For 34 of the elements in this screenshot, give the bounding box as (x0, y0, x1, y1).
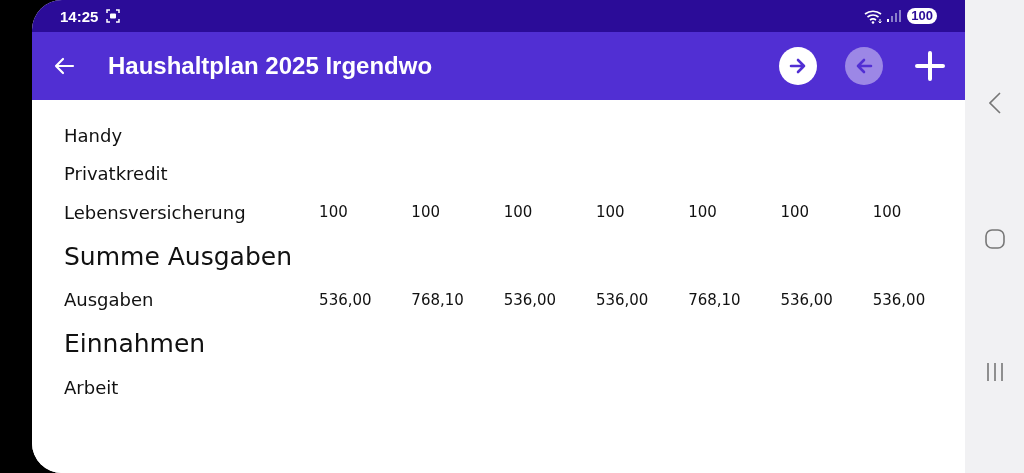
row-label: Arbeit (64, 376, 120, 398)
back-icon[interactable] (988, 92, 1001, 114)
table-cell-text: 536,00 (595, 290, 650, 309)
table-cell-text: 100 (780, 203, 811, 222)
signal-icon (887, 10, 902, 22)
next-button[interactable] (779, 47, 817, 85)
table-cell-text: 768,10 (688, 290, 742, 309)
table-cell-text: 536,00 (503, 290, 558, 309)
row-label: Lebensversicherung (64, 201, 247, 223)
table-cell-text: 100 (688, 203, 718, 222)
row-label: Privatkredit (64, 163, 169, 185)
row-label: Ausgaben (64, 289, 155, 311)
table-cell-text: 100 (872, 203, 903, 222)
app-title: Haushaltplan 2025 Irgendwo (108, 52, 434, 80)
row-label: Handy (64, 124, 124, 146)
table-cell-text: 768,10 (411, 290, 465, 309)
table-cell-text: 536,00 (319, 290, 373, 309)
wifi-icon (864, 8, 885, 24)
screenshot-icon (106, 9, 121, 23)
section-heading: Summe Ausgaben (64, 241, 292, 271)
table-cell-text: 100 (503, 203, 534, 222)
table-cell-text: 100 (595, 203, 626, 222)
home-icon[interactable] (984, 228, 1005, 249)
table-cell-text: 536,00 (780, 290, 834, 309)
forward-arrow-icon (788, 56, 808, 76)
table-cell-text: 100 (319, 203, 349, 222)
section-heading: Einnahmen (64, 329, 206, 358)
recent-apps-icon[interactable] (985, 363, 1004, 381)
plus-icon (915, 51, 945, 81)
battery-level: 100 (907, 8, 937, 24)
table-cell-text: 100 (411, 203, 441, 222)
table-cell-text: 536,00 (872, 290, 927, 309)
back-arrow-icon (854, 56, 874, 76)
status-time: 14:25 (60, 7, 99, 25)
